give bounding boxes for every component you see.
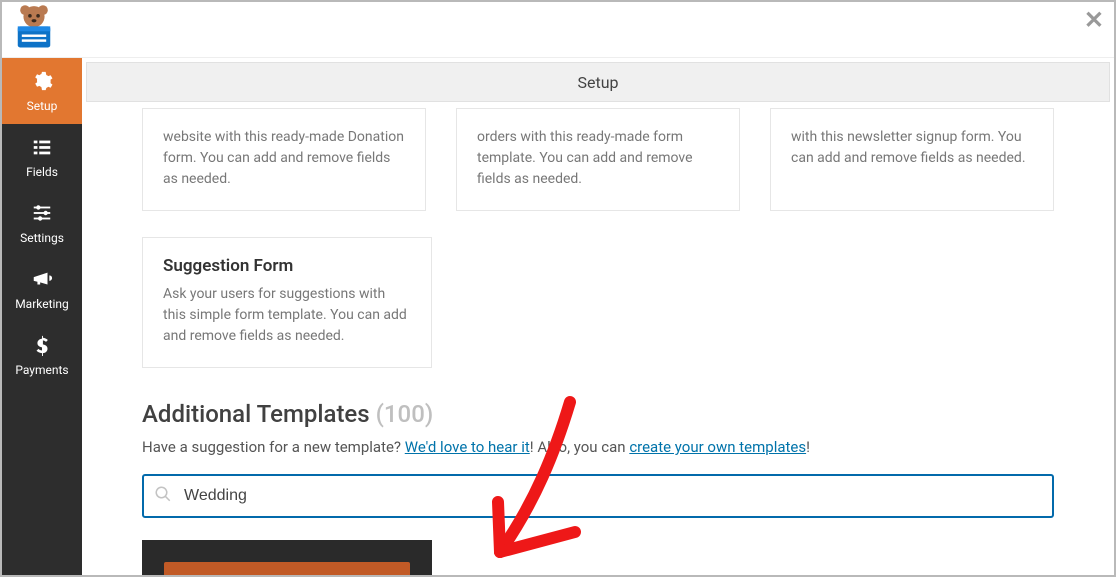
sliders-icon xyxy=(31,202,53,227)
template-card[interactable]: orders with this ready-made form templat… xyxy=(456,108,740,211)
template-card-row: website with this ready-made Donation fo… xyxy=(142,108,1054,211)
sidebar-item-label: Fields xyxy=(26,165,58,179)
sidebar-item-label: Marketing xyxy=(15,297,69,311)
close-icon[interactable]: ✕ xyxy=(1084,6,1104,34)
search-icon xyxy=(154,485,172,507)
template-search-input[interactable] xyxy=(142,474,1054,518)
create-own-link[interactable]: create your own templates xyxy=(629,438,806,456)
top-bar: ✕ xyxy=(2,2,1114,58)
sidebar-item-setup[interactable]: Setup xyxy=(2,58,82,124)
sidebar: Setup Fields Settings Marketing Payments xyxy=(2,58,82,575)
sidebar-item-label: Setup xyxy=(27,99,58,113)
suggestion-link[interactable]: We'd love to hear it xyxy=(405,438,530,456)
template-card[interactable]: website with this ready-made Donation fo… xyxy=(142,108,426,211)
template-title: Suggestion Form xyxy=(163,256,411,276)
additional-templates-heading: Additional Templates (100) xyxy=(142,400,1054,428)
template-desc: orders with this ready-made form templat… xyxy=(477,127,719,190)
additional-subline: Have a suggestion for a new template? We… xyxy=(142,438,1054,456)
heading-count: (100) xyxy=(376,400,434,428)
heading-text: Additional Templates xyxy=(142,400,370,428)
template-card-suggestion[interactable]: Suggestion Form Ask your users for sugge… xyxy=(142,237,432,368)
sidebar-item-marketing[interactable]: Marketing xyxy=(2,256,82,322)
main-area: website with this ready-made Donation fo… xyxy=(82,102,1114,575)
sidebar-item-settings[interactable]: Settings xyxy=(2,190,82,256)
create-wedding-rsvp-button[interactable]: Create a Wedding Invitation RSVP Form xyxy=(164,562,410,575)
tab-label: Setup xyxy=(577,73,618,92)
subline-text: ! xyxy=(806,438,810,456)
subline-text: ! Also, you can xyxy=(530,438,630,456)
template-desc: Ask your users for suggestions with this… xyxy=(163,284,411,347)
sidebar-item-label: Settings xyxy=(20,231,64,245)
template-card[interactable]: with this newsletter signup form. You ca… xyxy=(770,108,1054,211)
subline-text: Have a suggestion for a new template? xyxy=(142,438,405,456)
tab-setup[interactable]: Setup xyxy=(86,62,1110,102)
wpforms-logo xyxy=(8,2,60,58)
sidebar-item-label: Payments xyxy=(15,363,68,377)
sidebar-item-fields[interactable]: Fields xyxy=(2,124,82,190)
template-card-row: Suggestion Form Ask your users for sugge… xyxy=(142,237,1054,368)
template-desc: with this newsletter signup form. You ca… xyxy=(791,127,1033,169)
gear-icon xyxy=(31,70,53,95)
search-result-card[interactable]: Create a Wedding Invitation RSVP Form xyxy=(142,540,432,575)
sidebar-item-payments[interactable]: Payments xyxy=(2,322,82,388)
bullhorn-icon xyxy=(31,268,53,293)
list-icon xyxy=(31,136,53,161)
dollar-icon xyxy=(31,334,53,359)
template-desc: website with this ready-made Donation fo… xyxy=(163,127,405,190)
template-search xyxy=(142,474,1054,518)
